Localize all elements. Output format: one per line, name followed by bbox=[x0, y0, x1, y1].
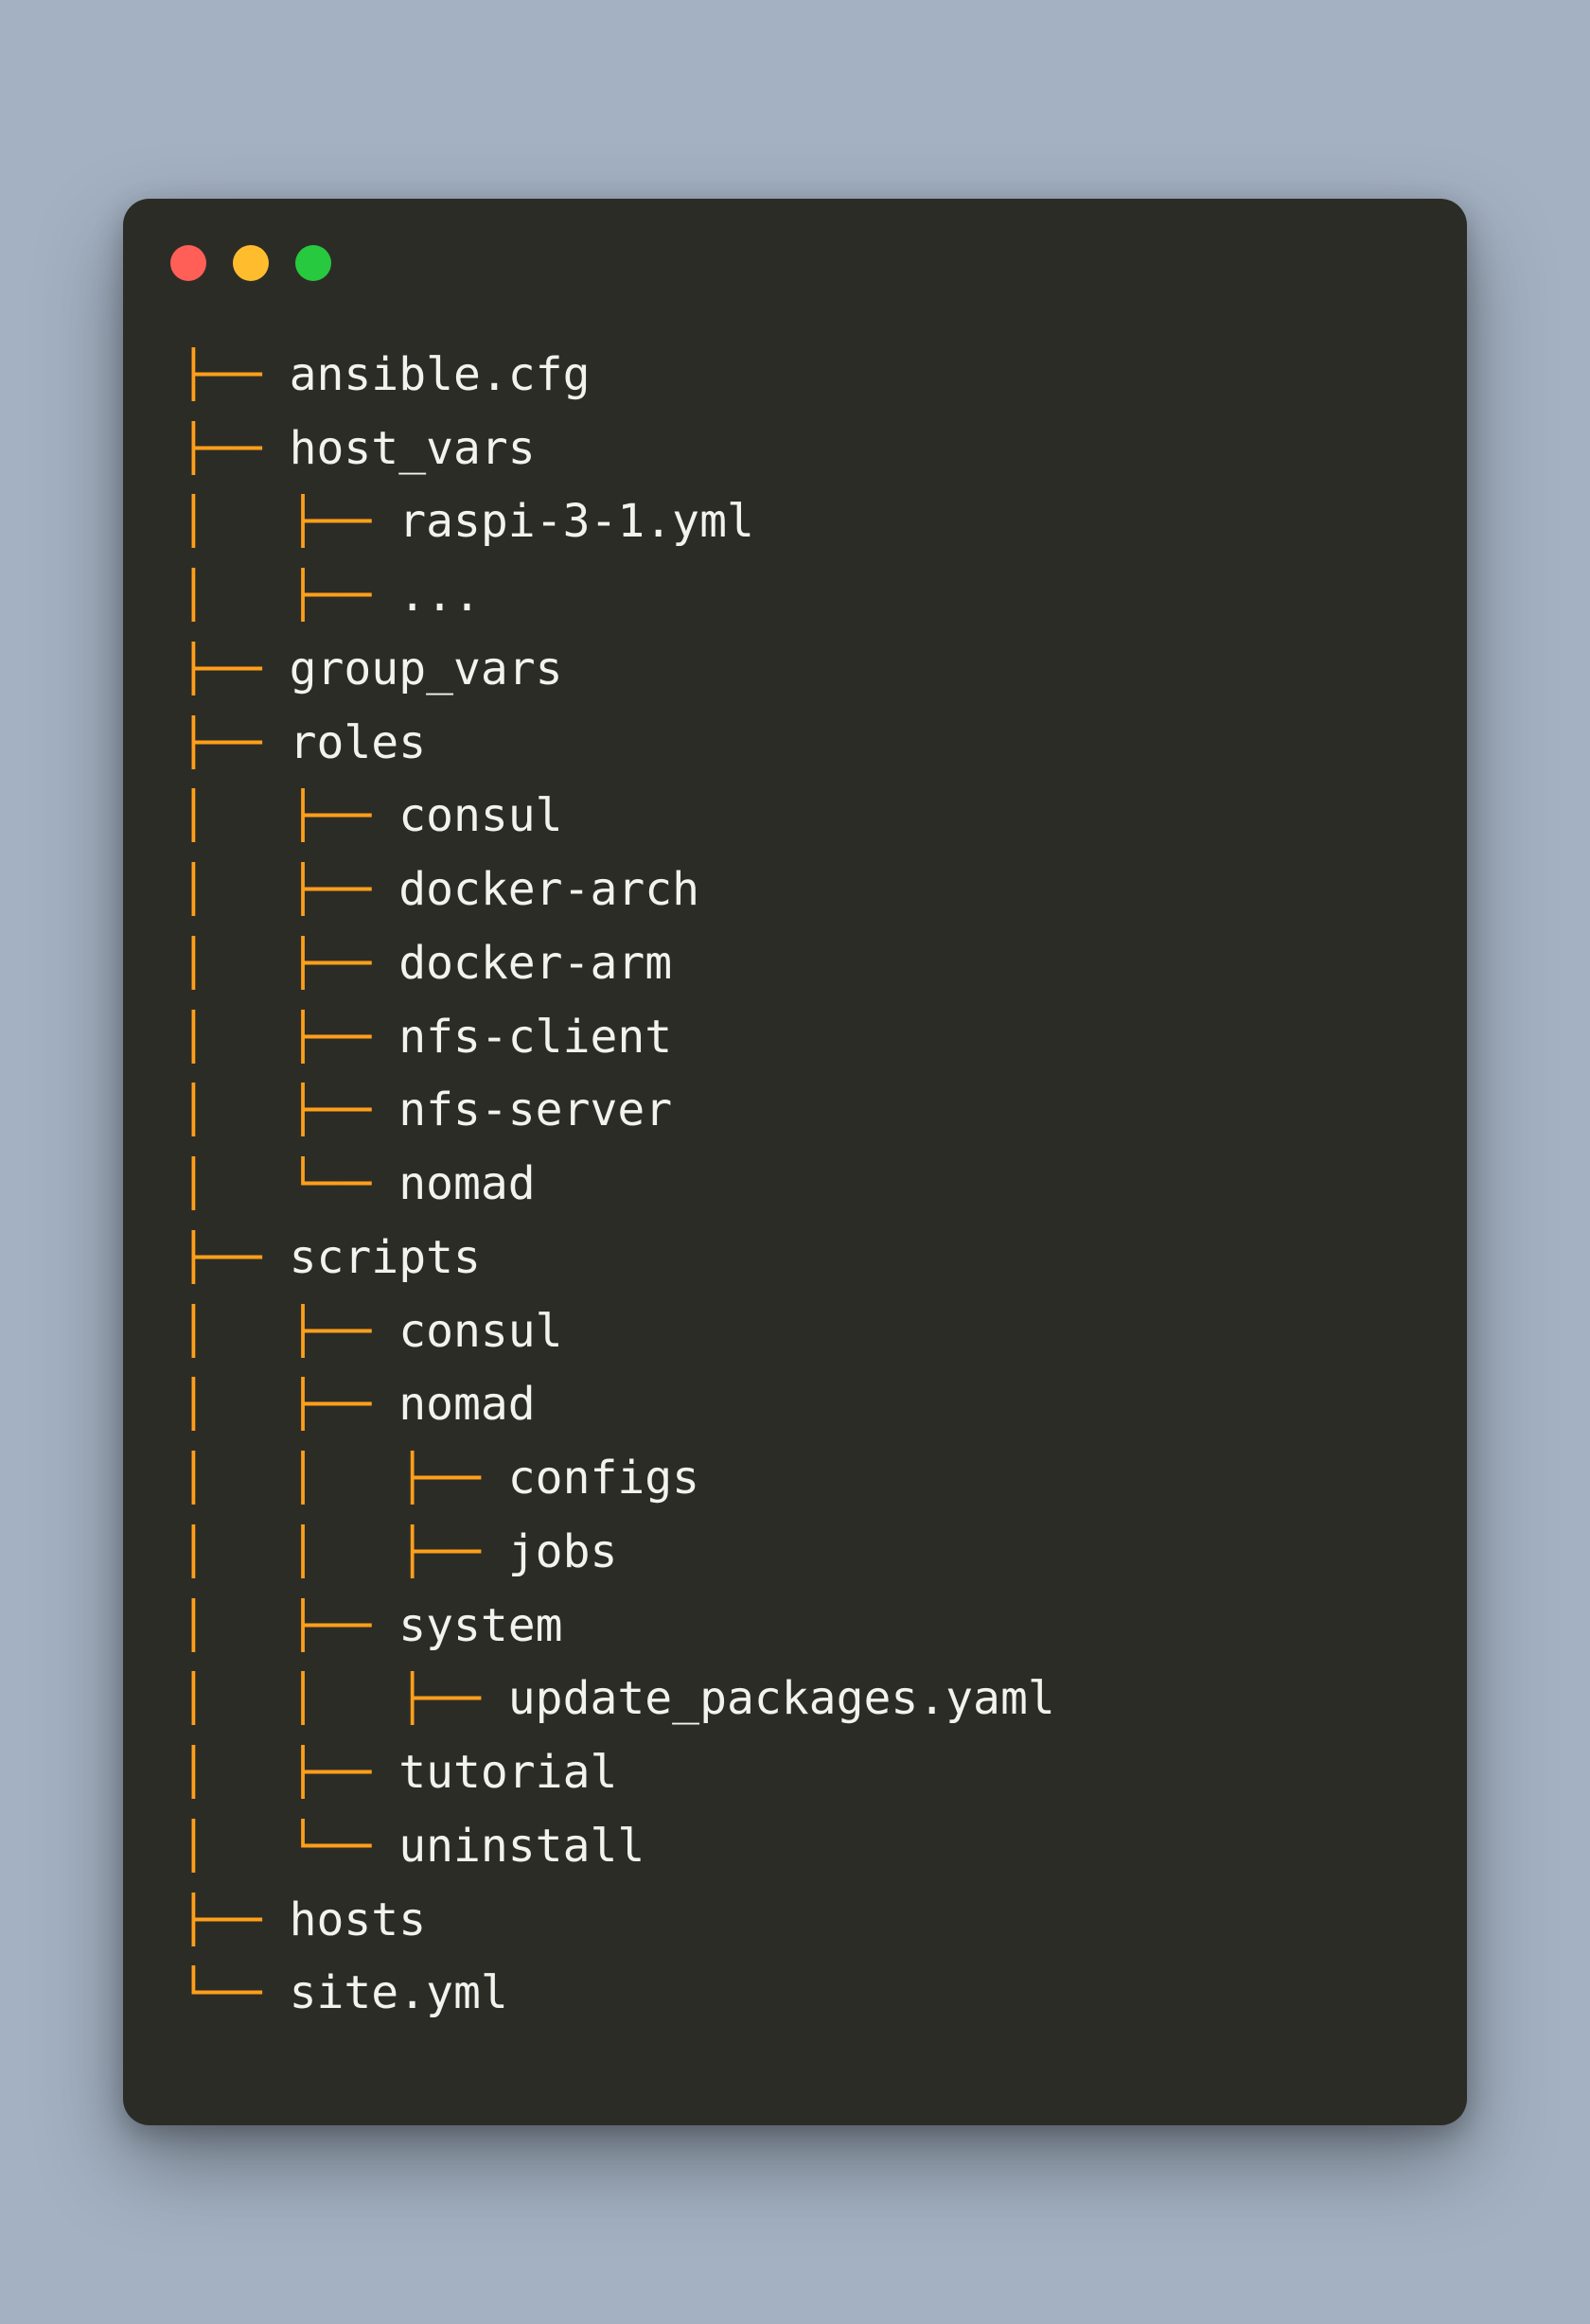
tree-prefix: └── bbox=[180, 1966, 290, 2019]
tree-line: │ ├── ... bbox=[180, 559, 1410, 633]
tree-line: └── site.yml bbox=[180, 1957, 1410, 2031]
tree-line: ├── hosts bbox=[180, 1884, 1410, 1958]
tree-node-name: consul bbox=[398, 1305, 562, 1358]
terminal-window: ├── ansible.cfg├── host_vars│ ├── raspi-… bbox=[123, 199, 1467, 2125]
tree-prefix: ├── bbox=[180, 348, 290, 401]
tree-node-name: nfs-server bbox=[398, 1083, 672, 1136]
tree-node-name: nfs-client bbox=[398, 1011, 672, 1064]
tree-node-name: ... bbox=[398, 569, 481, 622]
tree-node-name: docker-arm bbox=[398, 937, 672, 990]
tree-prefix: ├── bbox=[180, 1893, 290, 1946]
tree-node-name: nomad bbox=[398, 1157, 536, 1210]
tree-prefix: ├── bbox=[180, 422, 290, 475]
tree-prefix: │ │ ├── bbox=[180, 1452, 508, 1505]
tree-line: │ ├── consul bbox=[180, 780, 1410, 854]
tree-line: │ │ ├── configs bbox=[180, 1442, 1410, 1516]
tree-node-name: system bbox=[398, 1599, 562, 1652]
tree-line: │ ├── system bbox=[180, 1590, 1410, 1664]
tree-line: │ ├── raspi-3-1.yml bbox=[180, 485, 1410, 559]
tree-line: │ ├── docker-arm bbox=[180, 927, 1410, 1001]
tree-line: │ ├── docker-arch bbox=[180, 854, 1410, 927]
tree-prefix: │ ├── bbox=[180, 1378, 398, 1431]
tree-prefix: │ ├── bbox=[180, 937, 398, 990]
tree-line: │ ├── nfs-client bbox=[180, 1001, 1410, 1075]
tree-line: ├── ansible.cfg bbox=[180, 339, 1410, 413]
tree-prefix: │ ├── bbox=[180, 1011, 398, 1064]
tree-line: │ └── nomad bbox=[180, 1148, 1410, 1222]
window-titlebar bbox=[123, 199, 1467, 301]
tree-prefix: │ ├── bbox=[180, 1305, 398, 1358]
tree-prefix: ├── bbox=[180, 643, 290, 695]
tree-node-name: configs bbox=[508, 1452, 699, 1505]
tree-prefix: │ │ ├── bbox=[180, 1672, 508, 1725]
tree-line: │ ├── nfs-server bbox=[180, 1074, 1410, 1148]
tree-node-name: roles bbox=[290, 716, 427, 769]
tree-prefix: │ └── bbox=[180, 1820, 398, 1873]
tree-node-name: hosts bbox=[290, 1893, 427, 1946]
tree-prefix: │ ├── bbox=[180, 1599, 398, 1652]
tree-line: │ ├── nomad bbox=[180, 1368, 1410, 1442]
zoom-icon[interactable] bbox=[295, 245, 331, 281]
tree-node-name: update_packages.yaml bbox=[508, 1672, 1055, 1725]
tree-line: │ │ ├── jobs bbox=[180, 1516, 1410, 1590]
tree-line: ├── group_vars bbox=[180, 633, 1410, 707]
minimize-icon[interactable] bbox=[233, 245, 269, 281]
tree-line: │ └── uninstall bbox=[180, 1810, 1410, 1884]
tree-line: │ ├── consul bbox=[180, 1295, 1410, 1369]
tree-node-name: raspi-3-1.yml bbox=[398, 495, 754, 548]
close-icon[interactable] bbox=[170, 245, 206, 281]
tree-prefix: │ ├── bbox=[180, 569, 398, 622]
tree-node-name: host_vars bbox=[290, 422, 536, 475]
tree-node-name: group_vars bbox=[290, 643, 563, 695]
tree-prefix: │ │ ├── bbox=[180, 1525, 508, 1578]
tree-prefix: │ ├── bbox=[180, 863, 398, 916]
tree-node-name: docker-arch bbox=[398, 863, 699, 916]
tree-node-name: site.yml bbox=[290, 1966, 508, 2019]
tree-prefix: ├── bbox=[180, 1231, 290, 1284]
tree-line: ├── roles bbox=[180, 707, 1410, 781]
tree-line: │ ├── tutorial bbox=[180, 1736, 1410, 1810]
tree-prefix: │ ├── bbox=[180, 495, 398, 548]
tree-node-name: nomad bbox=[398, 1378, 536, 1431]
tree-line: │ │ ├── update_packages.yaml bbox=[180, 1663, 1410, 1736]
tree-prefix: │ └── bbox=[180, 1157, 398, 1210]
tree-node-name: jobs bbox=[508, 1525, 618, 1578]
terminal-output: ├── ansible.cfg├── host_vars│ ├── raspi-… bbox=[123, 301, 1467, 2069]
tree-prefix: │ ├── bbox=[180, 789, 398, 842]
tree-node-name: scripts bbox=[290, 1231, 481, 1284]
tree-prefix: │ ├── bbox=[180, 1083, 398, 1136]
tree-node-name: ansible.cfg bbox=[290, 348, 591, 401]
tree-prefix: ├── bbox=[180, 716, 290, 769]
tree-line: ├── host_vars bbox=[180, 413, 1410, 486]
tree-node-name: consul bbox=[398, 789, 562, 842]
tree-line: ├── scripts bbox=[180, 1222, 1410, 1295]
tree-node-name: uninstall bbox=[398, 1820, 645, 1873]
tree-prefix: │ ├── bbox=[180, 1746, 398, 1799]
tree-node-name: tutorial bbox=[398, 1746, 617, 1799]
